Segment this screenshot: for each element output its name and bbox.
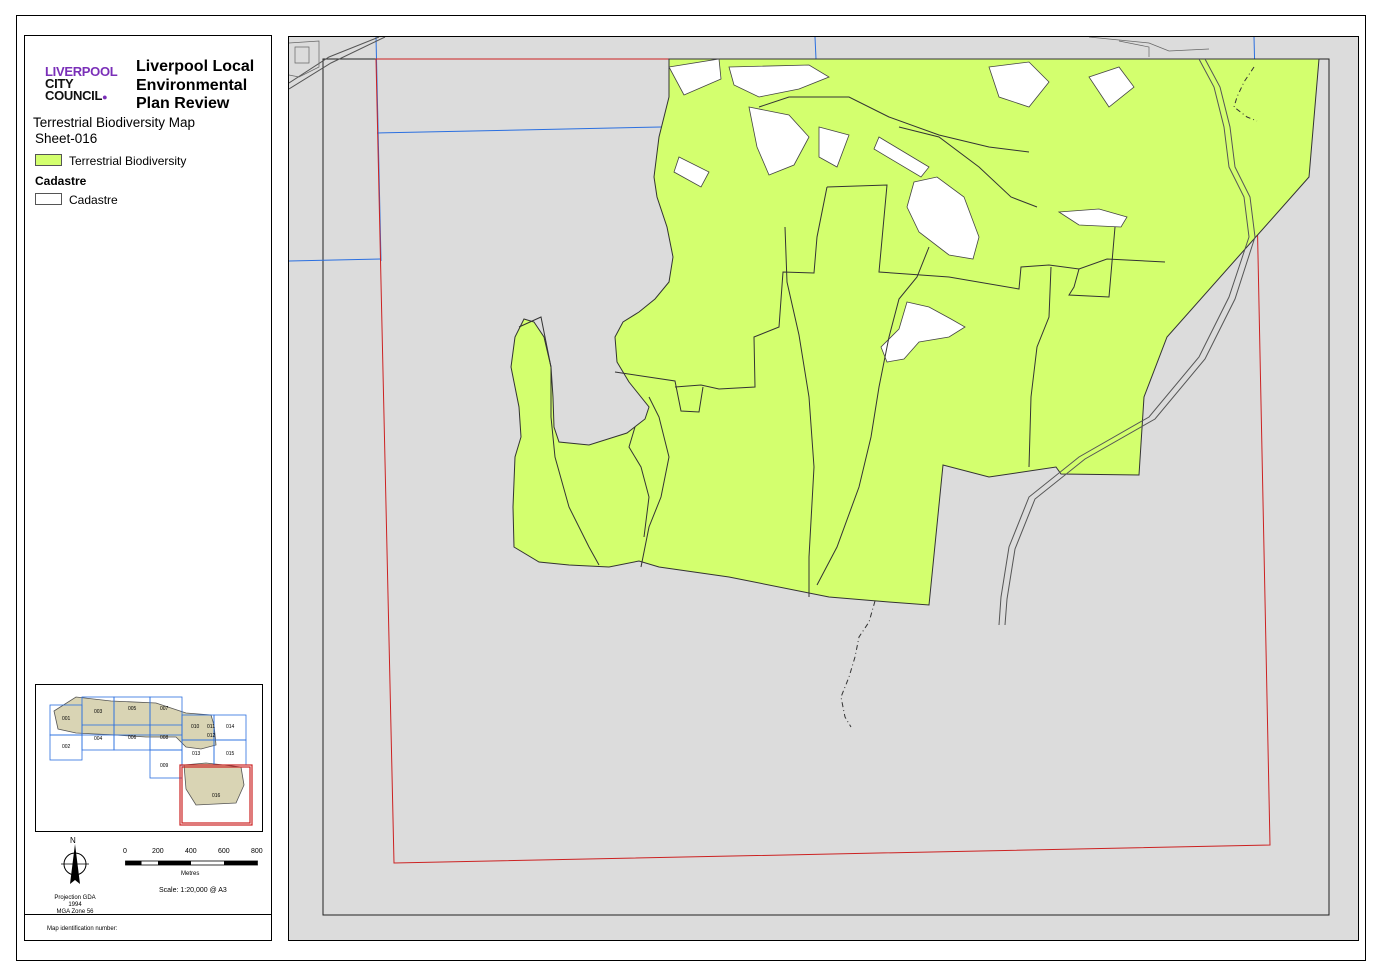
- legend-label: Cadastre: [69, 193, 118, 207]
- logo-line-3: COUNCIL●: [45, 88, 108, 103]
- biodiversity-swatch: [35, 154, 62, 166]
- map-identification-label: Map identification number:: [47, 926, 118, 932]
- svg-text:016: 016: [212, 793, 221, 799]
- svg-text:012: 012: [207, 733, 216, 739]
- svg-text:014: 014: [226, 724, 235, 730]
- legend-label: Terrestrial Biodiversity: [69, 154, 187, 168]
- svg-text:008: 008: [160, 735, 169, 741]
- scale-unit: Metres: [181, 871, 200, 877]
- scale-bar: 0 200 400 600 800 Metres: [123, 848, 265, 888]
- cadastre-swatch: [35, 193, 62, 205]
- svg-text:002: 002: [62, 744, 71, 750]
- scale-text: Scale: 1:20,000 @ A3: [159, 887, 227, 894]
- svg-text:004: 004: [94, 736, 103, 742]
- svg-text:003: 003: [94, 709, 103, 715]
- council-logo: LIVERPOOL CITY COUNCIL●: [45, 65, 118, 103]
- scale-bar-graphic: [125, 860, 258, 866]
- legend-heading-cadastre: Cadastre: [35, 174, 87, 188]
- map-title: Liverpool Local Environmental Plan Revie…: [136, 58, 255, 112]
- svg-text:011: 011: [207, 724, 215, 730]
- north-arrow-icon: [61, 844, 89, 884]
- scale-tick: 200: [152, 848, 164, 855]
- svg-text:015: 015: [226, 751, 235, 757]
- map-name: Terrestrial Biodiversity Map: [33, 115, 196, 130]
- svg-text:006: 006: [128, 735, 137, 741]
- inset-map-graphic: 001 002 003 004 005 006 007 008 009 010 011 01…: [49, 696, 253, 826]
- svg-text:005: 005: [128, 706, 137, 712]
- svg-text:009: 009: [160, 763, 169, 769]
- svg-text:001: 001: [62, 716, 71, 722]
- scale-tick: 600: [218, 848, 230, 855]
- svg-text:013: 013: [192, 751, 201, 757]
- map-canvas: [289, 37, 1330, 916]
- map-frame: [288, 36, 1359, 941]
- projection-line-1: Projection GDA 1994: [54, 895, 96, 908]
- svg-text:010: 010: [191, 724, 200, 730]
- legend-panel: LIVERPOOL CITY COUNCIL● Liverpool Local …: [24, 35, 272, 941]
- scale-tick: 800: [251, 848, 263, 855]
- scale-tick: 0: [123, 848, 127, 855]
- scale-tick: 400: [185, 848, 197, 855]
- creek-line: [840, 600, 876, 728]
- projection-note: Projection GDA 1994 MGA Zone 56: [47, 895, 103, 916]
- svg-text:007: 007: [160, 706, 169, 712]
- scale-ticks: 0 200 400 600 800: [123, 848, 265, 858]
- sheet-number: Sheet-016: [35, 131, 98, 146]
- legend-divider: [25, 914, 271, 915]
- inset-key-map: 001 002 003 004 005 006 007 008 009 010 011 01…: [35, 684, 263, 832]
